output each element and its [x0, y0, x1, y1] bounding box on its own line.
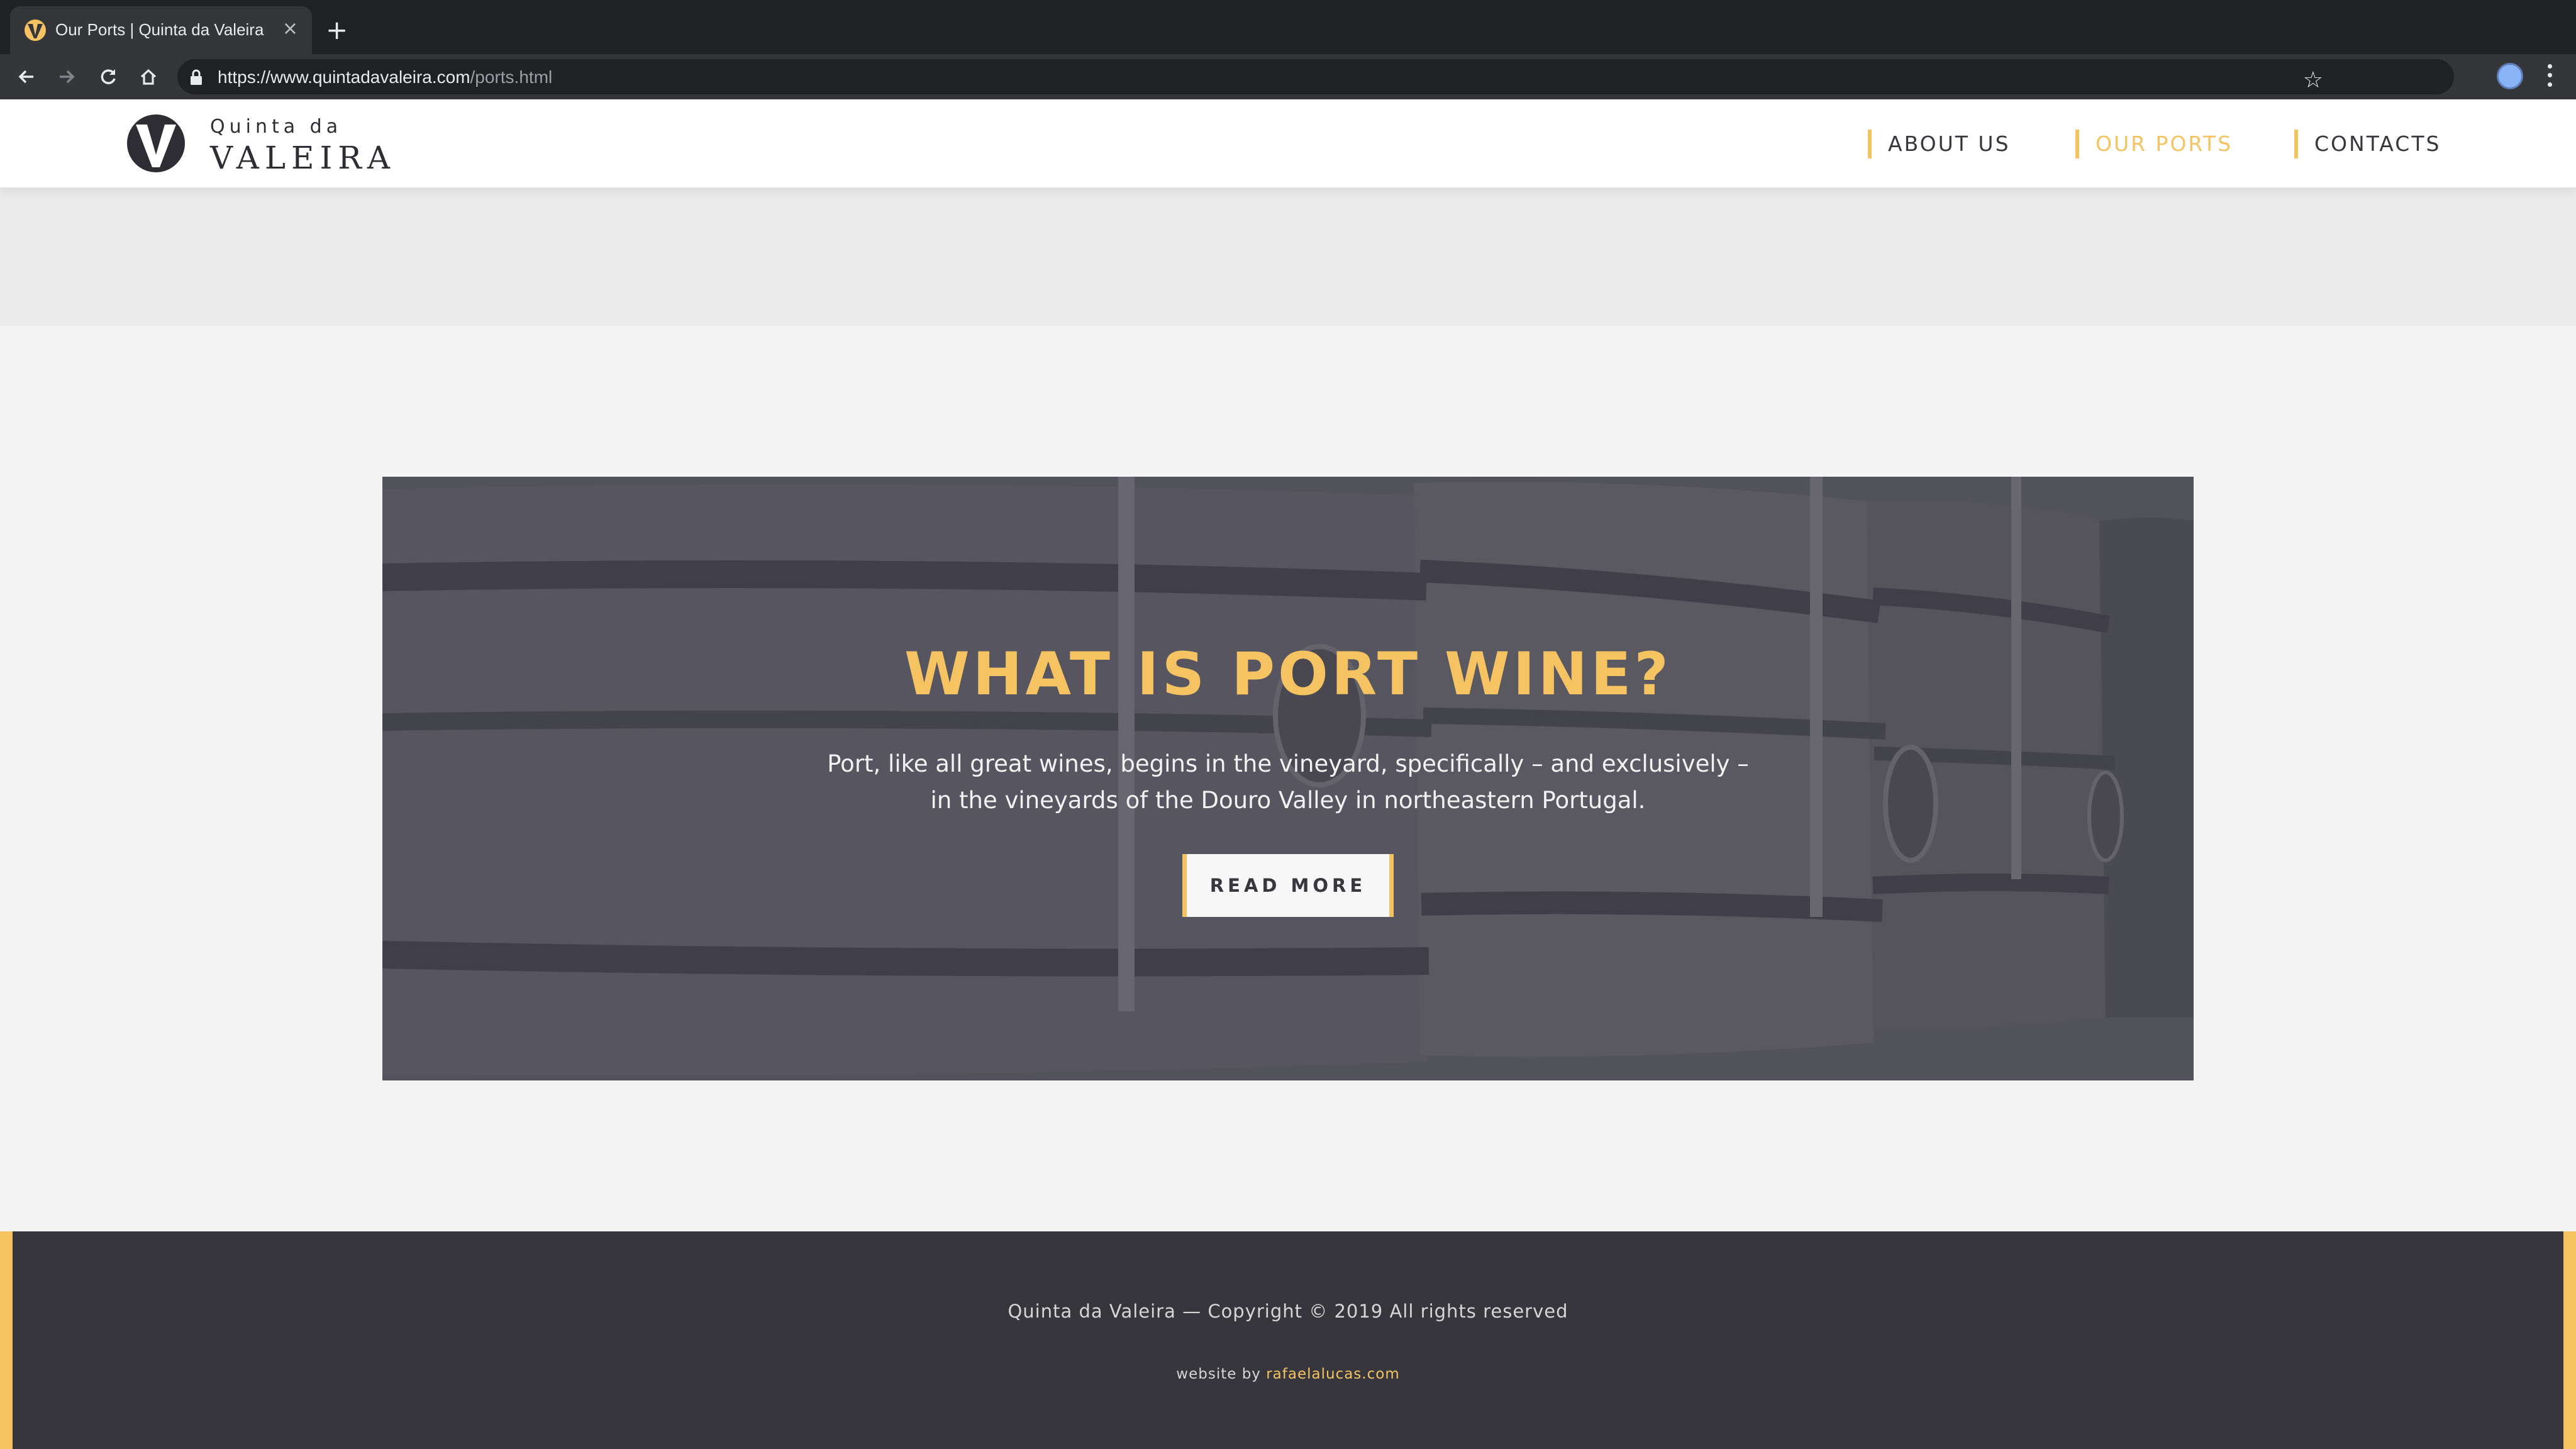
hero-title: WHAT IS PORT WINE? [904, 640, 1672, 709]
credit-text: website by rafaelalucas.com [13, 1366, 2563, 1382]
credit-prefix: website by [1176, 1366, 1267, 1382]
browser-tab[interactable]: Our Ports | Quinta da Valeira × [10, 6, 312, 54]
back-icon [18, 70, 33, 84]
back-button[interactable] [13, 63, 40, 91]
logo-subtitle: Quinta da [210, 116, 343, 138]
lock-icon [191, 69, 202, 85]
forward-button[interactable] [53, 63, 80, 91]
hero-card: WHAT IS PORT WINE? Port, like all great … [382, 477, 2194, 1080]
url-host: https://www.quintadavaleira.com [218, 67, 470, 87]
logo-title[interactable]: VALEIRA [210, 140, 396, 176]
reload-icon [101, 69, 116, 84]
page-banner [0, 187, 2576, 326]
profile-icon[interactable] [2497, 63, 2523, 89]
logo-mark-icon[interactable] [126, 113, 186, 174]
home-icon [140, 69, 157, 85]
hero-description: Port, like all great wines, begins in th… [827, 750, 1749, 814]
home-button[interactable] [135, 63, 162, 91]
address-bar[interactable]: https://www.quintadavaleira.com/ports.ht… [177, 59, 2454, 94]
tab-close-button[interactable]: × [282, 16, 298, 42]
forward-icon [60, 70, 75, 84]
copyright-text: Quinta da Valeira — Copyright © 2019 All… [1008, 1301, 1568, 1322]
favicon-icon [25, 19, 46, 41]
site-footer: Quinta da Valeira — Copyright © 2019 All… [0, 1231, 2576, 1449]
new-tab-button[interactable]: + [326, 13, 348, 48]
reload-button[interactable] [94, 63, 122, 91]
url-path: /ports.html [470, 67, 553, 87]
site-header: Quinta da VALEIRA ABOUT US OUR PORTS CON… [0, 99, 2576, 187]
read-more-button[interactable]: READ MORE [1182, 854, 1394, 917]
nav-contacts[interactable]: CONTACTS [2294, 130, 2441, 158]
nav-our-ports[interactable]: OUR PORTS [2075, 130, 2233, 158]
tab-title: Our Ports | Quinta da Valeira [55, 20, 264, 39]
credit-link[interactable]: rafaelalucas.com [1266, 1366, 1400, 1382]
url-text: https://www.quintadavaleira.com/ports.ht… [218, 67, 552, 87]
nav-about-us[interactable]: ABOUT US [1868, 130, 2011, 158]
bookmark-star-icon[interactable]: ☆ [2303, 67, 2323, 94]
browser-chrome: Our Ports | Quinta da Valeira × + https:… [0, 0, 2576, 99]
browser-toolbar: https://www.quintadavaleira.com/ports.ht… [0, 54, 2576, 99]
menu-icon[interactable] [2543, 62, 2556, 89]
